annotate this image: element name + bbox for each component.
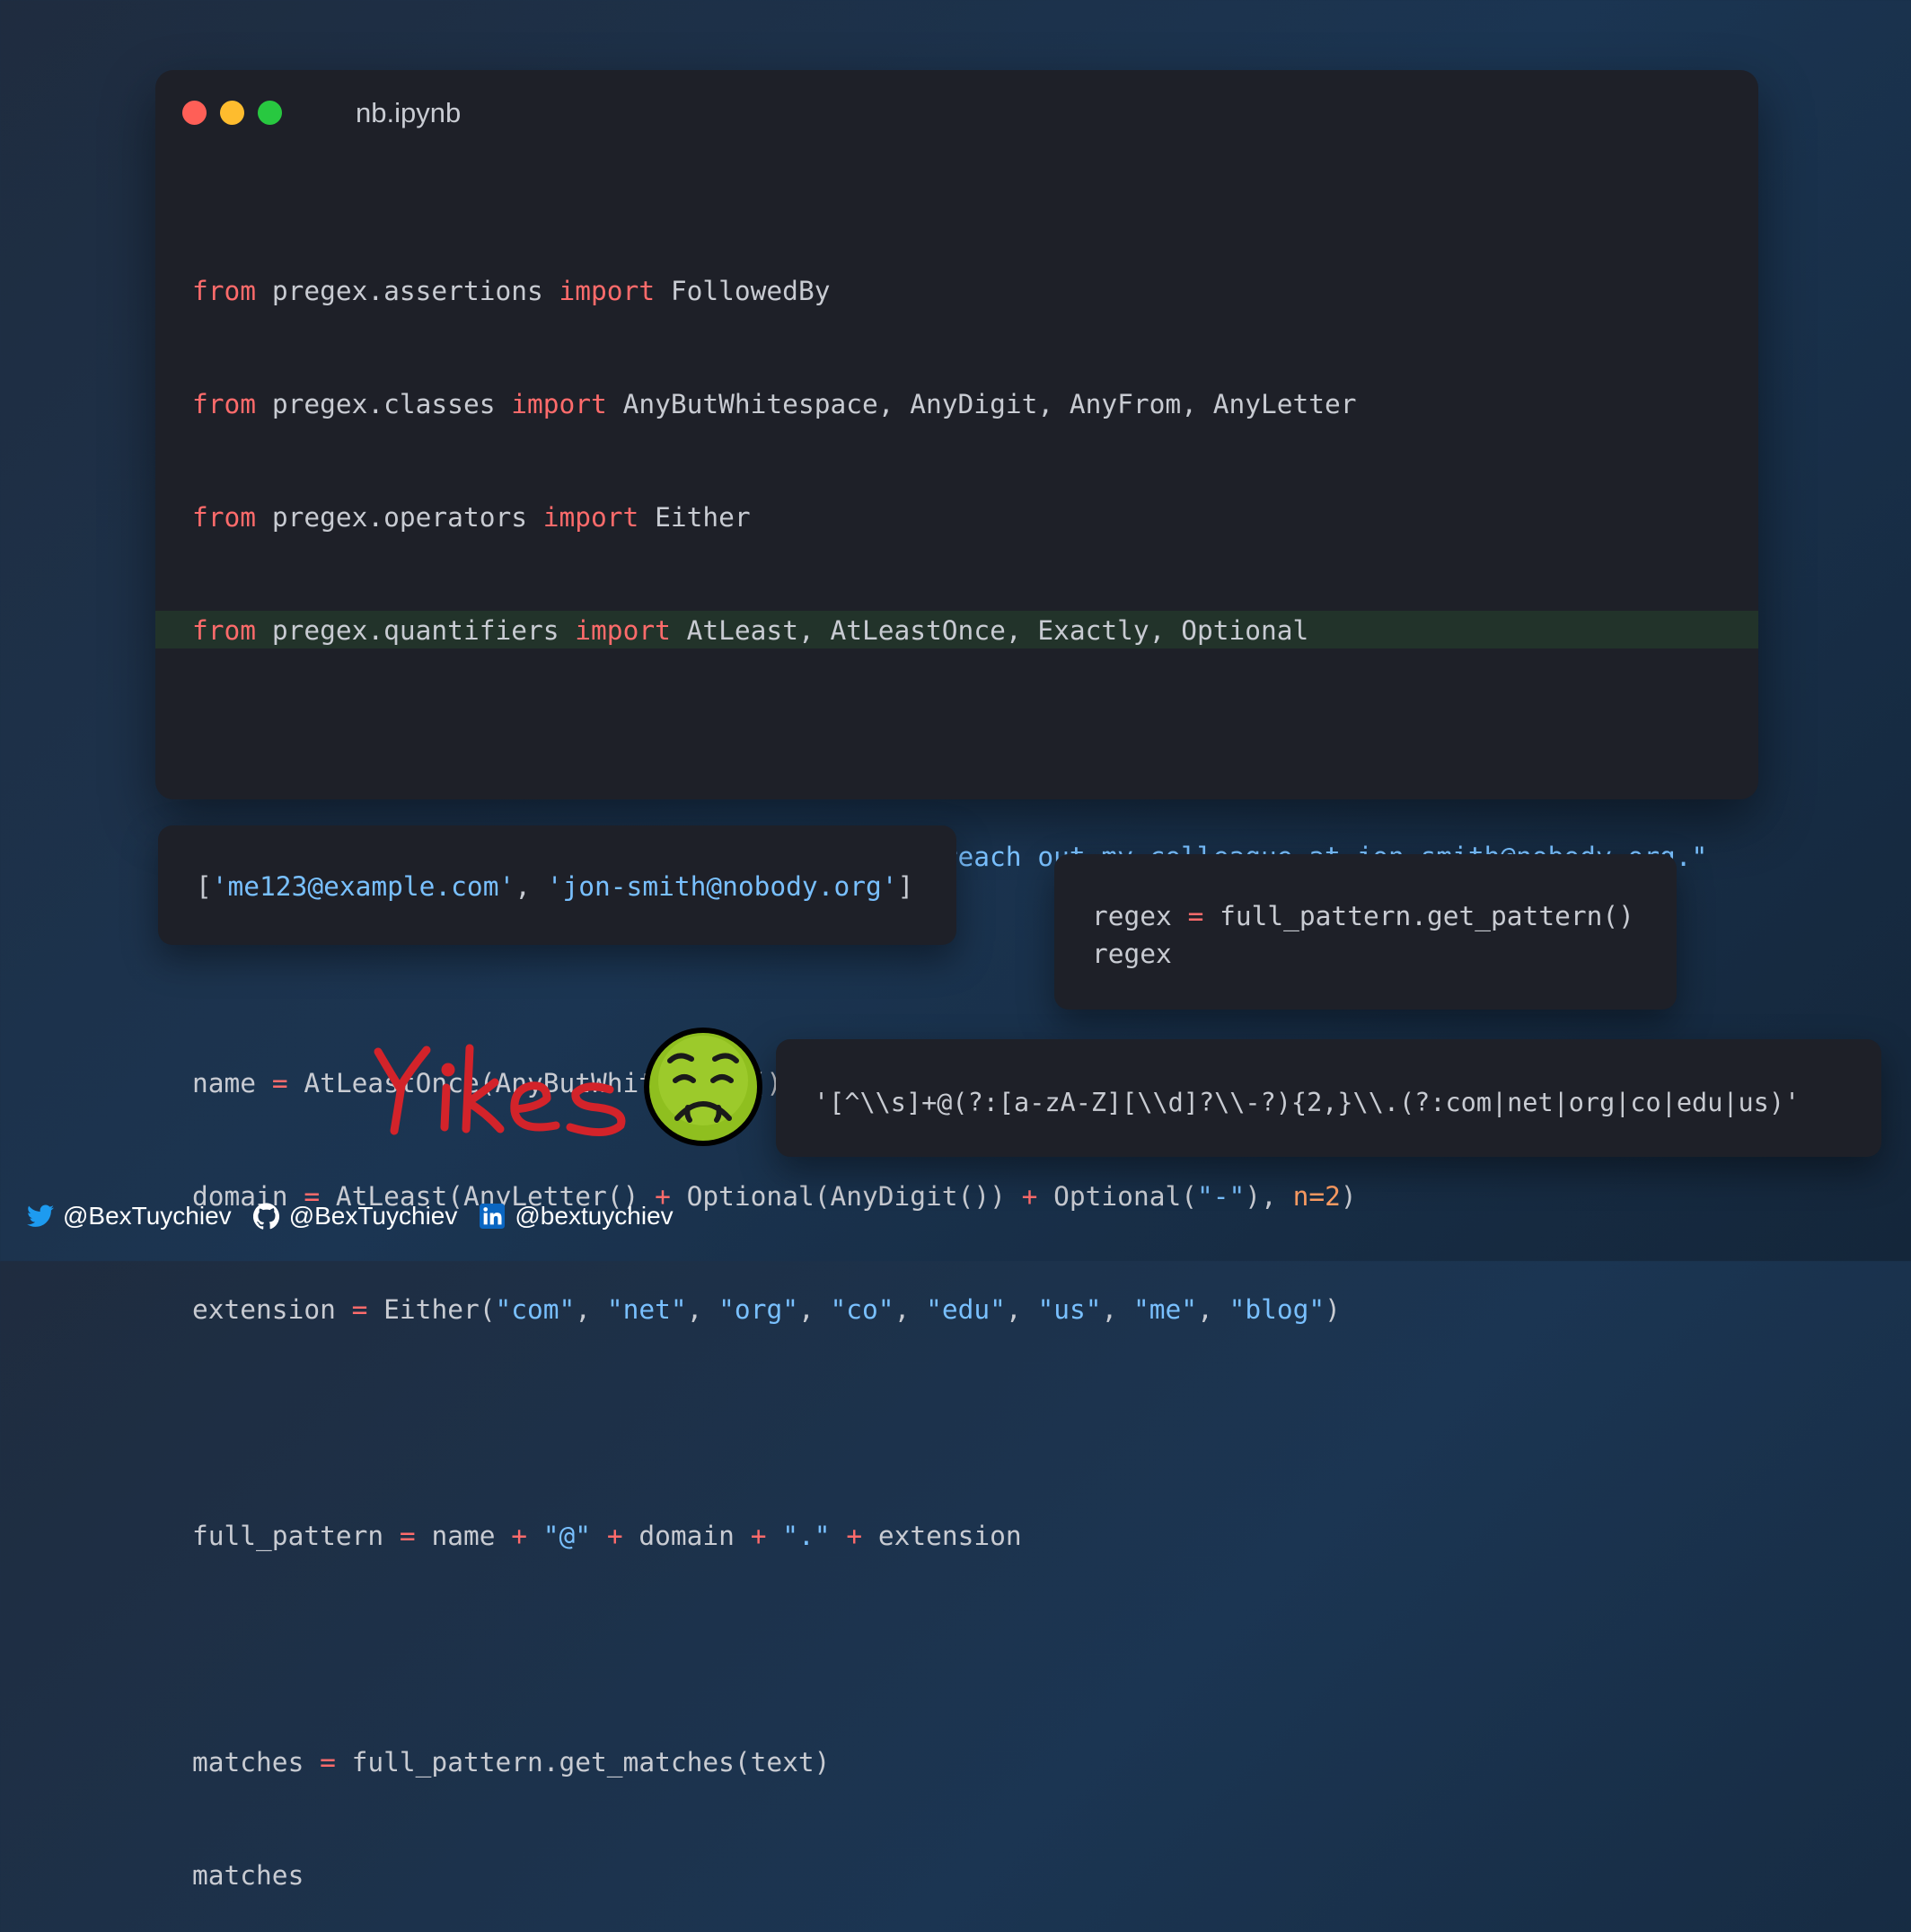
extension-arg: "us" xyxy=(1037,1294,1102,1325)
nauseated-face-emoji xyxy=(644,1028,762,1146)
extension-arg: "blog" xyxy=(1228,1294,1325,1325)
extension-arg-separator: , xyxy=(797,1294,831,1325)
extension-arg-separator: , xyxy=(575,1294,607,1325)
extension-arg: "com" xyxy=(495,1294,576,1325)
extension-arg-separator: , xyxy=(1197,1294,1229,1325)
code-line-import-4: from pregex.quantifiers import AtLeast, … xyxy=(192,615,1309,646)
window-title-filename: nb.ipynb xyxy=(356,97,462,128)
twitter-handle[interactable]: @BexTuychiev xyxy=(63,1202,232,1231)
code-line-matches-echo: matches xyxy=(192,1860,304,1891)
close-window-dot[interactable] xyxy=(182,101,207,125)
maximize-window-dot[interactable] xyxy=(258,101,282,125)
minimize-window-dot[interactable] xyxy=(220,101,244,125)
extension-arg: "co" xyxy=(830,1294,894,1325)
code-line-import-3: from pregex.operators import Either xyxy=(192,502,751,533)
extension-arg-separator: , xyxy=(1101,1294,1134,1325)
regex-output-text: '[^\\s]+@(?:[a-zA-Z][\\d]?\\-?){2,}\\.(?… xyxy=(814,1088,1801,1117)
extension-arg-separator: , xyxy=(1005,1294,1038,1325)
linkedin-handle[interactable]: @bextuychiev xyxy=(515,1202,673,1231)
code-line-full-pattern: full_pattern = name + "@" + domain + "."… xyxy=(192,1521,1022,1551)
extension-arg: "me" xyxy=(1133,1294,1198,1325)
github-icon xyxy=(252,1203,280,1230)
code-line-extension: extension = Either("com", "net", "org", … xyxy=(192,1294,1341,1325)
code-line-import-2: from pregex.classes import AnyButWhitesp… xyxy=(192,389,1357,419)
twitter-icon xyxy=(27,1203,54,1230)
github-handle[interactable]: @BexTuychiev xyxy=(289,1202,458,1231)
yikes-handwritten-label xyxy=(374,1044,626,1136)
extension-arg: "edu" xyxy=(926,1294,1006,1325)
extension-arg-separator: , xyxy=(686,1294,719,1325)
extension-arg-separator: , xyxy=(894,1294,927,1325)
linkedin-icon xyxy=(479,1203,506,1230)
code-line-matches: matches = full_pattern.get_matches(text) xyxy=(192,1747,831,1778)
regex-code-text: regex = full_pattern.get_pattern() regex xyxy=(1092,901,1634,969)
extension-arg: "org" xyxy=(718,1294,798,1325)
footer-social-handles: @BexTuychiev @BexTuychiev @bextuychiev xyxy=(27,1198,686,1234)
matches-output-text: ['me123@example.com', 'jon-smith@nobody.… xyxy=(196,871,914,902)
extension-arg: "net" xyxy=(606,1294,687,1325)
code-line-import-1: from pregex.assertions import FollowedBy xyxy=(192,276,831,306)
